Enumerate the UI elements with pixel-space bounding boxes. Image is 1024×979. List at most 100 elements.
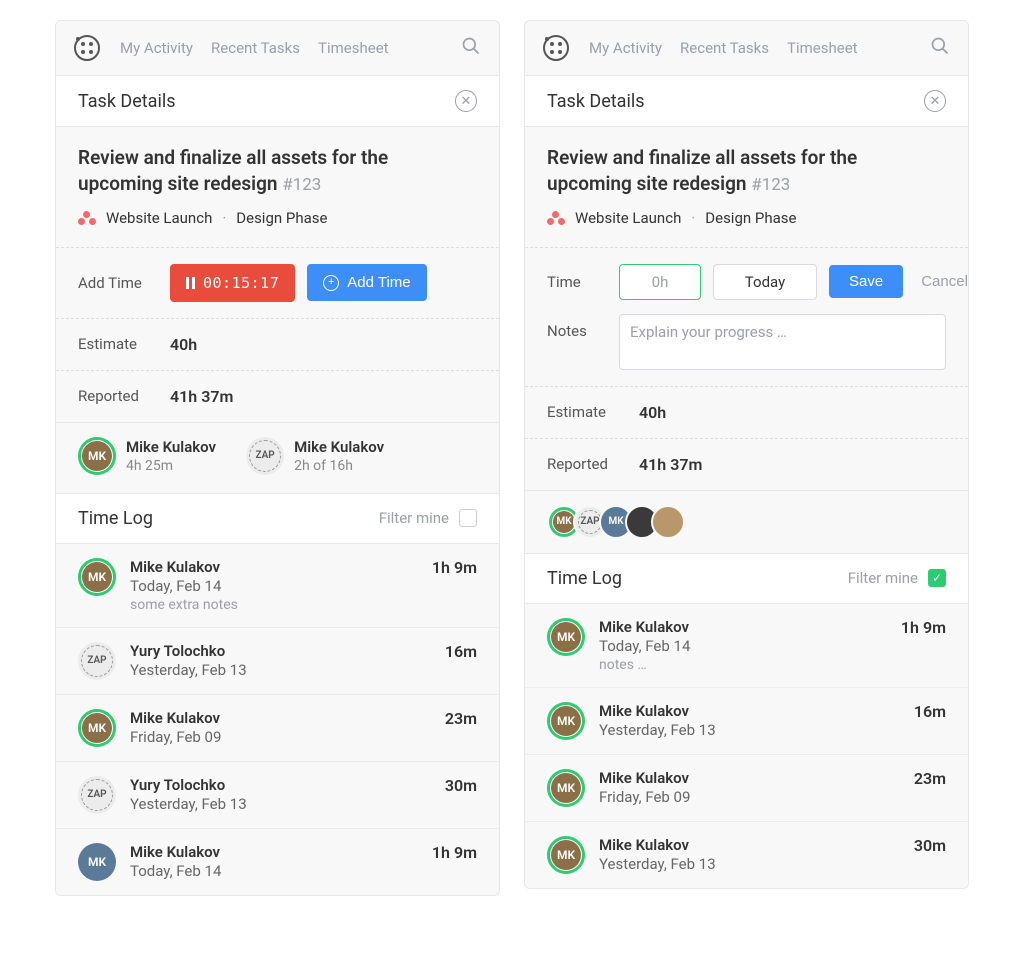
add-time-button-label: Add Time bbox=[347, 274, 410, 291]
log-date: Yesterday, Feb 13 bbox=[130, 661, 431, 679]
timer-button[interactable]: 00:15:17 bbox=[170, 264, 295, 302]
nav-recent-tasks[interactable]: Recent Tasks bbox=[680, 39, 769, 57]
log-name: Mike Kulakov bbox=[599, 618, 887, 636]
filter-mine-checkbox[interactable]: ✓ bbox=[928, 569, 946, 587]
log-notes: some extra notes bbox=[130, 597, 418, 613]
log-entry[interactable]: MK Mike Kulakov Friday, Feb 09 23m bbox=[525, 755, 968, 822]
nav: My Activity Recent Tasks Timesheet bbox=[120, 39, 441, 57]
avatar: MK bbox=[547, 618, 585, 656]
avatar: MK bbox=[78, 843, 116, 881]
estimate-value: 40h bbox=[170, 335, 197, 354]
log-name: Mike Kulakov bbox=[599, 769, 900, 787]
log-name: Mike Kulakov bbox=[130, 709, 431, 727]
log-name: Yury Tolochko bbox=[130, 642, 431, 660]
time-label: Time bbox=[547, 273, 607, 291]
notes-form-row: Notes bbox=[547, 314, 946, 370]
task-title-text: Review and finalize all assets for the u… bbox=[547, 146, 857, 195]
task-phase[interactable]: Design Phase bbox=[236, 209, 327, 227]
log-entry[interactable]: ZAP Yury Tolochko Yesterday, Feb 13 16m bbox=[56, 628, 499, 695]
log-entry[interactable]: ZAP Yury Tolochko Yesterday, Feb 13 30m bbox=[56, 762, 499, 829]
add-time-button[interactable]: + Add Time bbox=[307, 264, 426, 301]
log-entry[interactable]: MK Mike Kulakov Friday, Feb 09 23m bbox=[56, 695, 499, 762]
task-header: Review and finalize all assets for the u… bbox=[56, 127, 499, 248]
time-form-row: Time Save Cancel bbox=[547, 264, 946, 300]
time-log-title: Time Log bbox=[78, 508, 153, 529]
assignees-row: MK Mike Kulakov 4h 25m ZAP Mike Kulakov … bbox=[56, 423, 499, 494]
add-time-row: Add Time 00:15:17 + Add Time bbox=[56, 248, 499, 319]
task-meta: Website Launch · Design Phase bbox=[547, 209, 946, 227]
filter-mine-checkbox[interactable] bbox=[459, 509, 477, 527]
avatar: MK bbox=[78, 709, 116, 747]
hours-input[interactable] bbox=[619, 264, 701, 300]
task-project[interactable]: Website Launch bbox=[106, 209, 212, 227]
notes-textarea[interactable] bbox=[619, 314, 946, 370]
nav-recent-tasks[interactable]: Recent Tasks bbox=[211, 39, 300, 57]
task-details-title: Task Details bbox=[547, 91, 645, 112]
avatar: ZAP bbox=[78, 642, 116, 680]
log-time: 23m bbox=[914, 769, 946, 788]
log-entry[interactable]: MK Mike Kulakov Today, Feb 14 some extra… bbox=[56, 544, 499, 628]
filter-mine[interactable]: Filter mine ✓ bbox=[848, 569, 946, 587]
log-name: Mike Kulakov bbox=[599, 702, 900, 720]
nav-timesheet[interactable]: Timesheet bbox=[318, 39, 389, 57]
header: My Activity Recent Tasks Timesheet bbox=[525, 21, 968, 76]
notes-label: Notes bbox=[547, 314, 607, 340]
assignee-sub: 2h of 16h bbox=[294, 458, 384, 474]
close-icon[interactable]: ✕ bbox=[924, 90, 946, 112]
task-details-title: Task Details bbox=[78, 91, 176, 112]
time-form: Time Save Cancel Notes bbox=[525, 248, 968, 387]
log-date: Friday, Feb 09 bbox=[130, 728, 431, 746]
timer-value: 00:15:17 bbox=[203, 274, 279, 292]
assignee[interactable]: MK Mike Kulakov 4h 25m bbox=[78, 437, 216, 475]
log-name: Mike Kulakov bbox=[130, 843, 418, 861]
task-project[interactable]: Website Launch bbox=[575, 209, 681, 227]
estimate-value: 40h bbox=[639, 403, 666, 422]
log-time: 23m bbox=[445, 709, 477, 728]
app-logo-icon bbox=[74, 35, 100, 61]
estimate-row: Estimate 40h bbox=[56, 319, 499, 371]
asana-icon bbox=[547, 211, 565, 225]
assignee-name: Mike Kulakov bbox=[294, 438, 384, 456]
app-logo-icon bbox=[543, 35, 569, 61]
nav-my-activity[interactable]: My Activity bbox=[120, 39, 193, 57]
log-time: 30m bbox=[445, 776, 477, 795]
meta-separator: · bbox=[222, 209, 226, 227]
log-date: Today, Feb 14 bbox=[130, 577, 418, 595]
log-name: Mike Kulakov bbox=[130, 558, 418, 576]
reported-label: Reported bbox=[78, 387, 158, 405]
save-button[interactable]: Save bbox=[829, 265, 903, 298]
log-time: 1h 9m bbox=[432, 558, 477, 577]
task-phase[interactable]: Design Phase bbox=[705, 209, 796, 227]
log-date: Yesterday, Feb 13 bbox=[599, 855, 900, 873]
time-log-header: Time Log Filter mine ✓ bbox=[525, 554, 968, 604]
nav-my-activity[interactable]: My Activity bbox=[589, 39, 662, 57]
avatar: MK bbox=[547, 769, 585, 807]
log-entry[interactable]: MK Mike Kulakov Today, Feb 14 notes … 1h… bbox=[525, 604, 968, 688]
avatar[interactable] bbox=[651, 505, 685, 539]
assignee[interactable]: ZAP Mike Kulakov 2h of 16h bbox=[246, 437, 384, 475]
log-entry[interactable]: MK Mike Kulakov Yesterday, Feb 13 30m bbox=[525, 822, 968, 888]
log-name: Mike Kulakov bbox=[599, 836, 900, 854]
nav-timesheet[interactable]: Timesheet bbox=[787, 39, 858, 57]
task-panel-timer: My Activity Recent Tasks Timesheet Task … bbox=[55, 20, 500, 896]
assignee-name: Mike Kulakov bbox=[126, 438, 216, 456]
date-input[interactable] bbox=[713, 264, 817, 300]
search-icon[interactable] bbox=[930, 36, 950, 60]
log-entry[interactable]: MK Mike Kulakov Today, Feb 14 1h 9m bbox=[56, 829, 499, 895]
filter-mine[interactable]: Filter mine bbox=[379, 509, 477, 527]
log-name: Yury Tolochko bbox=[130, 776, 431, 794]
estimate-row: Estimate 40h bbox=[525, 387, 968, 439]
avatar: MK bbox=[547, 702, 585, 740]
close-icon[interactable]: ✕ bbox=[455, 90, 477, 112]
cancel-button[interactable]: Cancel bbox=[915, 265, 969, 298]
log-time: 16m bbox=[445, 642, 477, 661]
meta-separator: · bbox=[691, 209, 695, 227]
avatar: MK bbox=[547, 836, 585, 874]
log-date: Yesterday, Feb 13 bbox=[599, 721, 900, 739]
task-meta: Website Launch · Design Phase bbox=[78, 209, 477, 227]
search-icon[interactable] bbox=[461, 36, 481, 60]
reported-value: 41h 37m bbox=[639, 455, 702, 474]
log-entry[interactable]: MK Mike Kulakov Yesterday, Feb 13 16m bbox=[525, 688, 968, 755]
header: My Activity Recent Tasks Timesheet bbox=[56, 21, 499, 76]
reported-value: 41h 37m bbox=[170, 387, 233, 406]
